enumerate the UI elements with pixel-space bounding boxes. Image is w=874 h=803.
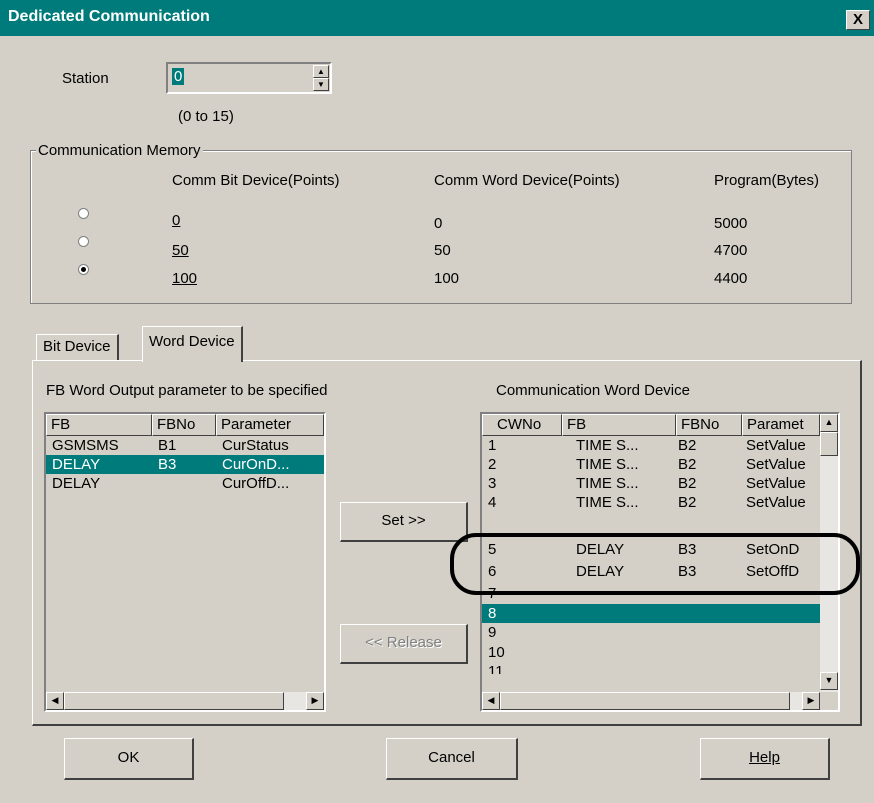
scroll-thumb[interactable] bbox=[820, 432, 838, 456]
memory-word-100: 100 bbox=[434, 270, 460, 287]
cwno-col-header[interactable]: CWNo bbox=[482, 414, 562, 436]
memory-radio-0[interactable] bbox=[78, 208, 89, 219]
table-row[interactable]: 1 TIME S... B2 SetValue bbox=[482, 436, 820, 455]
memory-program-100: 4400 bbox=[714, 270, 748, 287]
fb-output-list[interactable]: FB FBNo Parameter GSMSMS B1 CurStatus DE… bbox=[44, 412, 326, 712]
title-bar: Dedicated Communication X bbox=[0, 0, 874, 36]
help-button[interactable]: Help bbox=[700, 738, 830, 780]
table-row[interactable]: 9 bbox=[482, 623, 820, 642]
cancel-button[interactable]: Cancel bbox=[386, 738, 518, 780]
list-item-selected[interactable]: DELAY B3 CurOnD... bbox=[46, 455, 324, 474]
table-row[interactable]: 2 TIME S... B2 SetValue bbox=[482, 455, 820, 474]
station-range-hint: (0 to 15) bbox=[178, 108, 234, 125]
scroll-right-icon[interactable]: ▶ bbox=[802, 692, 820, 710]
cw-fbno-col-header[interactable]: FBNo bbox=[676, 414, 742, 436]
table-row[interactable]: 4 TIME S... B2 SetValue bbox=[482, 493, 820, 507]
tab-word-device[interactable]: Word Device bbox=[142, 326, 243, 362]
spin-down-icon[interactable]: ▼ bbox=[313, 78, 329, 91]
parameter-col-header[interactable]: Parameter bbox=[216, 414, 324, 436]
spin-up-icon[interactable]: ▲ bbox=[313, 65, 329, 78]
window-title: Dedicated Communication bbox=[8, 8, 210, 25]
fb-col-header[interactable]: FB bbox=[46, 414, 152, 436]
table-row-selected[interactable]: 8 bbox=[482, 604, 820, 623]
scroll-down-icon[interactable]: ▼ bbox=[820, 672, 838, 690]
comm-bit-header: Comm Bit Device(Points) bbox=[172, 172, 340, 189]
scroll-right-icon[interactable]: ▶ bbox=[306, 692, 324, 710]
list-item[interactable]: GSMSMS B1 CurStatus bbox=[46, 436, 324, 455]
memory-radio-50[interactable] bbox=[78, 236, 89, 247]
release-button[interactable]: << Release bbox=[340, 624, 468, 664]
comm-word-header: Comm Word Device(Points) bbox=[434, 172, 620, 189]
table-row[interactable]: 11 bbox=[482, 662, 820, 674]
list-item[interactable]: DELAY CurOffD... bbox=[46, 474, 324, 493]
cw-list-hscrollbar[interactable]: ◀ ▶ bbox=[482, 692, 820, 710]
station-label: Station bbox=[62, 70, 109, 87]
set-button[interactable]: Set >> bbox=[340, 502, 468, 542]
scroll-corner bbox=[820, 692, 838, 710]
memory-word-50: 50 bbox=[434, 242, 451, 259]
cw-param-col-header[interactable]: Paramet bbox=[742, 414, 820, 436]
cw-fb-col-header[interactable]: FB bbox=[562, 414, 676, 436]
memory-program-50: 4700 bbox=[714, 242, 748, 259]
close-button[interactable]: X bbox=[846, 10, 870, 30]
station-value[interactable]: 0 bbox=[172, 68, 185, 85]
memory-radio-100[interactable] bbox=[78, 264, 89, 275]
table-row[interactable]: 3 TIME S... B2 SetValue bbox=[482, 474, 820, 493]
scroll-up-icon[interactable]: ▲ bbox=[820, 414, 838, 432]
memory-bit-0: 0 bbox=[172, 212, 181, 229]
fb-list-title: FB Word Output parameter to be specified bbox=[46, 382, 328, 399]
memory-word-0: 0 bbox=[434, 215, 443, 232]
fb-list-hscrollbar[interactable]: ◀ ▶ bbox=[46, 692, 324, 710]
dedicated-communication-dialog: Dedicated Communication X Station 0 ▲ ▼ … bbox=[0, 0, 874, 803]
tab-bit-device[interactable]: Bit Device bbox=[36, 334, 119, 360]
communication-memory-title: Communication Memory bbox=[36, 142, 203, 159]
highlight-annotation-oval bbox=[450, 533, 860, 595]
station-spinbox[interactable]: 0 ▲ ▼ bbox=[166, 62, 332, 94]
memory-bit-100: 100 bbox=[172, 270, 198, 287]
fbno-col-header[interactable]: FBNo bbox=[152, 414, 216, 436]
scroll-thumb[interactable] bbox=[500, 692, 790, 710]
memory-bit-50: 50 bbox=[172, 242, 189, 259]
scroll-left-icon[interactable]: ◀ bbox=[46, 692, 64, 710]
scroll-thumb[interactable] bbox=[64, 692, 284, 710]
cw-list-title: Communication Word Device bbox=[496, 382, 690, 399]
memory-program-0: 5000 bbox=[714, 215, 748, 232]
table-row[interactable]: 10 bbox=[482, 643, 820, 662]
scroll-left-icon[interactable]: ◀ bbox=[482, 692, 500, 710]
ok-button[interactable]: OK bbox=[64, 738, 194, 780]
program-bytes-header: Program(Bytes) bbox=[714, 172, 820, 189]
